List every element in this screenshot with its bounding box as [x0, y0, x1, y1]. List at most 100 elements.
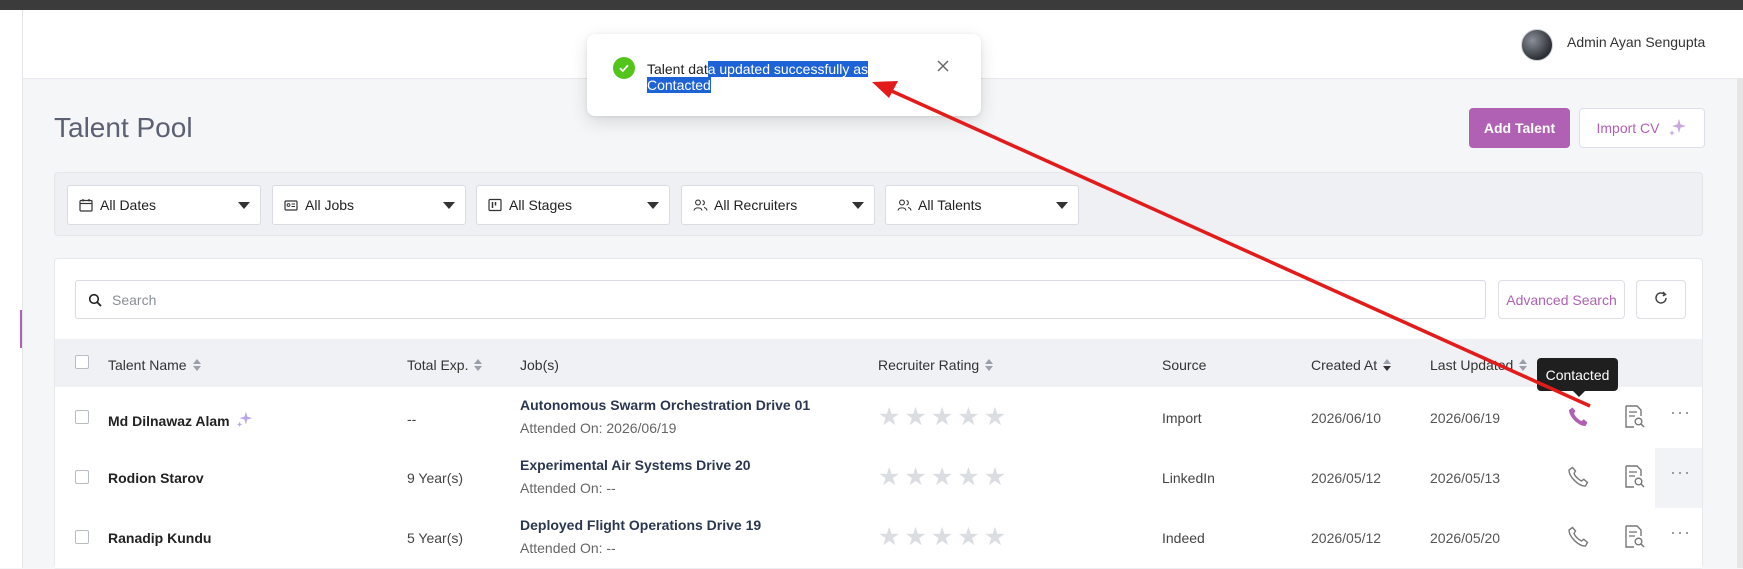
talent-name[interactable]: Md Dilnawaz Alam: [108, 410, 254, 431]
search-placeholder: Search: [112, 291, 157, 308]
star-icon[interactable]: ★: [957, 405, 979, 430]
column-jobs: Job(s): [520, 357, 559, 373]
talent-name-text: Md Dilnawaz Alam: [108, 412, 230, 429]
column-talent-name[interactable]: Talent Name: [108, 357, 201, 373]
column-label: Source: [1162, 357, 1207, 373]
created-at: 2026/05/12: [1311, 530, 1382, 546]
recruiter-rating[interactable]: ★ ★ ★ ★ ★: [878, 525, 1006, 550]
filter-recruiters-label: All Recruiters: [714, 197, 798, 213]
last-updated: 2026/05/20: [1430, 530, 1501, 546]
import-cv-button[interactable]: Import CV: [1579, 108, 1705, 148]
attended-on: Attended On: --: [520, 480, 616, 496]
chevron-down-icon: [647, 201, 659, 209]
created-at: 2026/05/12: [1311, 470, 1382, 486]
job-link[interactable]: Deployed Flight Operations Drive 19: [520, 517, 761, 533]
view-cv-icon[interactable]: [1619, 402, 1649, 432]
star-icon[interactable]: ★: [904, 465, 926, 490]
advanced-search-label: Advanced Search: [1506, 291, 1617, 308]
sort-icon: [1383, 359, 1392, 371]
column-label: Talent Name: [108, 357, 187, 373]
filter-jobs[interactable]: All Jobs: [272, 185, 466, 225]
job-link[interactable]: Experimental Air Systems Drive 20: [520, 457, 751, 473]
view-cv-icon[interactable]: [1619, 462, 1649, 492]
add-talent-button[interactable]: Add Talent: [1469, 108, 1570, 148]
more-actions-icon[interactable]: ···: [1670, 522, 1691, 543]
star-icon[interactable]: ★: [931, 525, 953, 550]
chevron-down-icon: [443, 201, 455, 209]
star-icon[interactable]: ★: [878, 465, 900, 490]
check-circle-icon: [613, 57, 635, 79]
chevron-down-icon: [1056, 201, 1068, 209]
star-icon[interactable]: ★: [984, 525, 1006, 550]
page-title: Talent Pool: [54, 112, 193, 143]
sparkle-icon: [1668, 117, 1688, 140]
filter-stages-label: All Stages: [509, 197, 573, 213]
row-checkbox[interactable]: [75, 530, 89, 544]
filter-recruiters[interactable]: All Recruiters: [681, 185, 875, 225]
recruiter-rating[interactable]: ★ ★ ★ ★ ★: [878, 405, 1006, 430]
add-talent-label: Add Talent: [1483, 120, 1556, 136]
success-toast: Talent data updated successfully as Cont…: [587, 34, 981, 116]
row-checkbox[interactable]: [75, 410, 89, 424]
filter-dates-label: All Dates: [100, 197, 157, 213]
star-icon[interactable]: ★: [878, 405, 900, 430]
star-icon[interactable]: ★: [957, 525, 979, 550]
job-link[interactable]: Autonomous Swarm Orchestration Drive 01: [520, 397, 810, 413]
sort-icon: [985, 359, 994, 371]
source: LinkedIn: [1162, 470, 1215, 486]
page-scrollbar[interactable]: [1737, 78, 1743, 568]
talent-name[interactable]: Ranadip Kundu: [108, 530, 211, 546]
calendar-icon: [78, 197, 94, 213]
attended-on: Attended On: 2026/06/19: [520, 420, 677, 436]
total-exp: 5 Year(s): [407, 530, 464, 546]
chevron-down-icon: [238, 201, 250, 209]
recruiter-rating[interactable]: ★ ★ ★ ★ ★: [878, 465, 1006, 490]
star-icon[interactable]: ★: [904, 525, 926, 550]
star-icon[interactable]: ★: [904, 405, 926, 430]
total-exp: --: [407, 411, 417, 427]
column-total-exp[interactable]: Total Exp.: [407, 357, 483, 373]
filter-dates[interactable]: All Dates: [67, 185, 261, 225]
more-actions-icon[interactable]: ···: [1670, 462, 1691, 483]
user-name[interactable]: Admin Ayan Sengupta: [1567, 34, 1705, 50]
star-icon[interactable]: ★: [878, 525, 900, 550]
column-recruiter-rating[interactable]: Recruiter Rating: [878, 357, 994, 373]
filter-talents[interactable]: All Talents: [885, 185, 1079, 225]
search-input[interactable]: Search: [75, 280, 1486, 319]
phone-icon[interactable]: [1563, 522, 1593, 552]
column-last-updated[interactable]: Last Updated: [1430, 357, 1528, 373]
last-updated: 2026/06/19: [1430, 410, 1501, 426]
sidebar-active-marker: [20, 310, 22, 348]
close-icon[interactable]: [937, 60, 949, 72]
sort-icon: [192, 359, 201, 371]
filter-stages[interactable]: All Stages: [476, 185, 670, 225]
column-label: Last Updated: [1430, 357, 1514, 373]
select-all-checkbox[interactable]: [75, 355, 89, 369]
sort-icon: [474, 359, 483, 371]
column-label: Total Exp.: [407, 357, 469, 373]
column-created-at[interactable]: Created At: [1311, 357, 1392, 373]
attended-on: Attended On: --: [520, 540, 616, 556]
star-icon[interactable]: ★: [931, 405, 953, 430]
source: Import: [1162, 410, 1202, 426]
contacted-tooltip: Contacted: [1537, 358, 1618, 397]
source: Indeed: [1162, 530, 1205, 546]
phone-icon[interactable]: [1563, 402, 1593, 432]
users-icon: [692, 197, 708, 213]
view-cv-icon[interactable]: [1619, 522, 1649, 552]
more-actions-icon[interactable]: ···: [1670, 402, 1691, 423]
advanced-search-button[interactable]: Advanced Search: [1498, 280, 1625, 319]
star-icon[interactable]: ★: [931, 465, 953, 490]
phone-icon[interactable]: [1563, 462, 1593, 492]
refresh-icon: [1653, 290, 1669, 309]
talent-name[interactable]: Rodion Starov: [108, 470, 204, 486]
users-icon: [896, 197, 912, 213]
star-icon[interactable]: ★: [984, 405, 1006, 430]
left-sidebar: [0, 10, 23, 568]
star-icon[interactable]: ★: [957, 465, 979, 490]
refresh-button[interactable]: [1636, 280, 1686, 319]
filter-talents-label: All Talents: [918, 197, 982, 213]
star-icon[interactable]: ★: [984, 465, 1006, 490]
row-checkbox[interactable]: [75, 470, 89, 484]
avatar[interactable]: [1521, 29, 1553, 61]
